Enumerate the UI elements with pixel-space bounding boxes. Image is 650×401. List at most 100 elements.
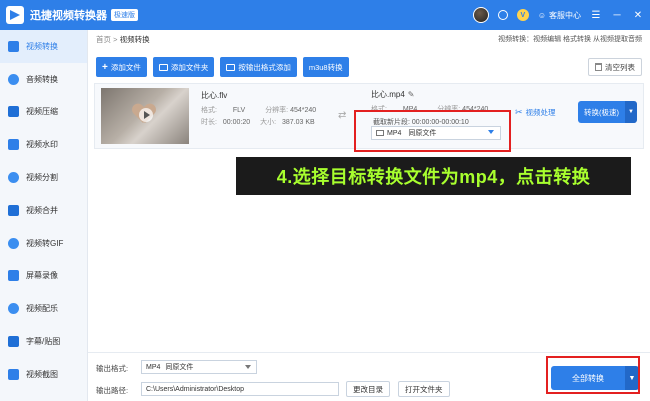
add-folder-button[interactable]: 添加文件夹 [152, 57, 215, 77]
vip-icon[interactable]: V [516, 9, 529, 21]
headset-icon: ☺ [537, 10, 546, 20]
edit-pencil-icon[interactable]: ✎ [408, 90, 415, 99]
output-quality-value: 同原文件 [165, 364, 194, 371]
watermark-icon [8, 139, 19, 151]
customer-service-label: 客服中心 [549, 10, 581, 20]
audio-convert-icon [8, 73, 19, 85]
output-path-label: 输出路径: [96, 386, 129, 395]
title-bar: 迅捷视频转换器 极速版 V ☺ 客服中心 ☰ ─ ✕ [0, 0, 650, 30]
target-filename-text: 比心.mp4 [371, 90, 405, 99]
convert-all-group: 全部转换 ▼ [551, 366, 639, 390]
video-process-button[interactable]: ✂ 视频处理 [515, 107, 556, 118]
convert-dropdown-icon[interactable]: ▼ [625, 101, 637, 123]
trash-icon [595, 63, 602, 71]
sidebar-item-video-watermark[interactable]: 视频水印 [0, 128, 87, 161]
sidebar-item-screen-record[interactable]: 屏幕录像 [0, 260, 87, 293]
target-filename: 比心.mp4 ✎ [371, 89, 415, 100]
add-file-button[interactable]: + 添加文件 [96, 57, 147, 77]
sidebar-item-label: 视频配乐 [26, 304, 58, 314]
convert-all-button[interactable]: 全部转换 [551, 366, 625, 390]
sidebar-item-video-split[interactable]: 视频分割 [0, 161, 87, 194]
feature-links[interactable]: 视频转换：视频编辑 格式转换 从视频提取音频 [498, 34, 642, 44]
target-format-select[interactable]: MP4 同原文件 [371, 126, 501, 140]
source-resolution: 454*240 [290, 107, 317, 114]
breadcrumb: 首页 > 视频转换 [96, 34, 150, 45]
breadcrumb-separator: > [113, 35, 118, 44]
resolution-label: 分辨率: [265, 107, 289, 114]
sidebar-item-label: 视频转换 [26, 41, 58, 51]
video-thumbnail[interactable] [101, 88, 189, 144]
sidebar-item-video-compress[interactable]: 视频压缩 [0, 96, 87, 129]
selected-quality: 同原文件 [408, 130, 437, 137]
scissors-icon: ✂ [515, 107, 523, 117]
breadcrumb-home[interactable]: 首页 [96, 35, 111, 44]
output-format-value: MP4 [146, 363, 161, 371]
gif-icon [8, 237, 19, 249]
add-folder-label: 添加文件夹 [170, 62, 209, 72]
plus-icon: + [102, 61, 108, 73]
sidebar-item-label: 视频分割 [26, 173, 58, 183]
target-meta-row: 格式: MP4 分辨率: 454*240 [371, 104, 488, 114]
format-icon [226, 63, 236, 71]
video-process-label: 视频处理 [525, 108, 556, 117]
sidebar-item-screenshot[interactable]: 视频截图 [0, 358, 87, 391]
split-icon [8, 172, 19, 184]
format-label: 格式: [201, 107, 217, 114]
change-directory-button[interactable]: 更改目录 [346, 381, 390, 397]
source-format: FLV [232, 107, 246, 114]
music-icon [8, 303, 19, 315]
sidebar-item-audio-convert[interactable]: 音频转换 [0, 63, 87, 96]
clear-list-label: 清空列表 [605, 62, 635, 72]
add-file-label: 添加文件 [110, 62, 141, 72]
output-format-label: 输出格式: [96, 364, 129, 373]
sidebar-item-subtitle[interactable]: 字幕/贴图 [0, 325, 87, 358]
chevron-down-icon [488, 130, 494, 134]
output-path-field[interactable]: C:\Users\Administrator\Desktop [141, 382, 339, 396]
m3u8-label: m3u8转换 [308, 62, 343, 72]
source-filename: 比心.flv [201, 91, 228, 100]
source-meta-row2: 时长: 00:00:20 大小: 387.03 KB [201, 117, 315, 127]
bottom-bar: 输出格式: MP4 同原文件 输出路径: C:\Users\Administra… [88, 352, 650, 401]
video-format-icon [376, 130, 384, 136]
play-icon[interactable] [139, 108, 153, 122]
minimize-icon[interactable]: ─ [611, 10, 623, 21]
compress-icon [8, 106, 19, 118]
screenshot-icon [8, 368, 19, 380]
sidebar-item-label: 屏幕录像 [26, 271, 58, 281]
target-format: MP4 [402, 106, 418, 113]
folder-icon [158, 63, 168, 71]
app-title: 迅捷视频转换器 [30, 10, 107, 22]
sidebar-item-label: 视频合并 [26, 205, 58, 215]
sidebar-item-video-music[interactable]: 视频配乐 [0, 292, 87, 325]
format-label: 格式: [371, 106, 387, 113]
merge-icon [8, 204, 19, 216]
sidebar-item-label: 视频水印 [26, 140, 58, 150]
screen-record-icon [8, 270, 19, 282]
m3u8-convert-button[interactable]: m3u8转换 [302, 57, 349, 77]
target-resolution: 454*240 [462, 106, 489, 113]
sidebar-item-video-merge[interactable]: 视频合并 [0, 194, 87, 227]
sidebar: 视频转换 音频转换 视频压缩 视频水印 视频分割 视频合并 视频转GIF 屏幕录… [0, 30, 88, 401]
file-row: 比心.flv 格式: FLV 分辨率: 454*240 时长: 00:00:20… [94, 83, 644, 149]
open-folder-button[interactable]: 打开文件夹 [398, 381, 450, 397]
sidebar-item-video-convert[interactable]: 视频转换 [0, 30, 87, 63]
video-convert-icon [8, 40, 19, 52]
convert-fast-button[interactable]: 转换(极速) [578, 101, 625, 123]
user-avatar[interactable] [472, 7, 489, 23]
sidebar-item-label: 视频转GIF [26, 238, 64, 248]
sidebar-item-video-to-gif[interactable]: 视频转GIF [0, 227, 87, 260]
clear-list-button[interactable]: 清空列表 [588, 58, 642, 76]
add-by-format-button[interactable]: 按输出格式添加 [220, 57, 297, 77]
sidebar-item-label: 字幕/贴图 [26, 337, 61, 347]
settings-circle-icon[interactable] [497, 10, 508, 20]
size-label: 大小: [260, 119, 277, 126]
breadcrumb-current: 视频转换 [119, 35, 150, 44]
convert-all-dropdown-icon[interactable]: ▼ [625, 366, 639, 390]
close-icon[interactable]: ✕ [632, 10, 644, 21]
add-by-format-label: 按输出格式添加 [238, 62, 291, 72]
convert-arrow-icon: ⇄ [338, 110, 347, 121]
sidebar-item-label: 视频压缩 [26, 107, 58, 117]
customer-service-button[interactable]: ☺ 客服中心 [538, 10, 581, 21]
output-format-select[interactable]: MP4 同原文件 [141, 360, 257, 374]
menu-icon[interactable]: ☰ [590, 10, 602, 21]
